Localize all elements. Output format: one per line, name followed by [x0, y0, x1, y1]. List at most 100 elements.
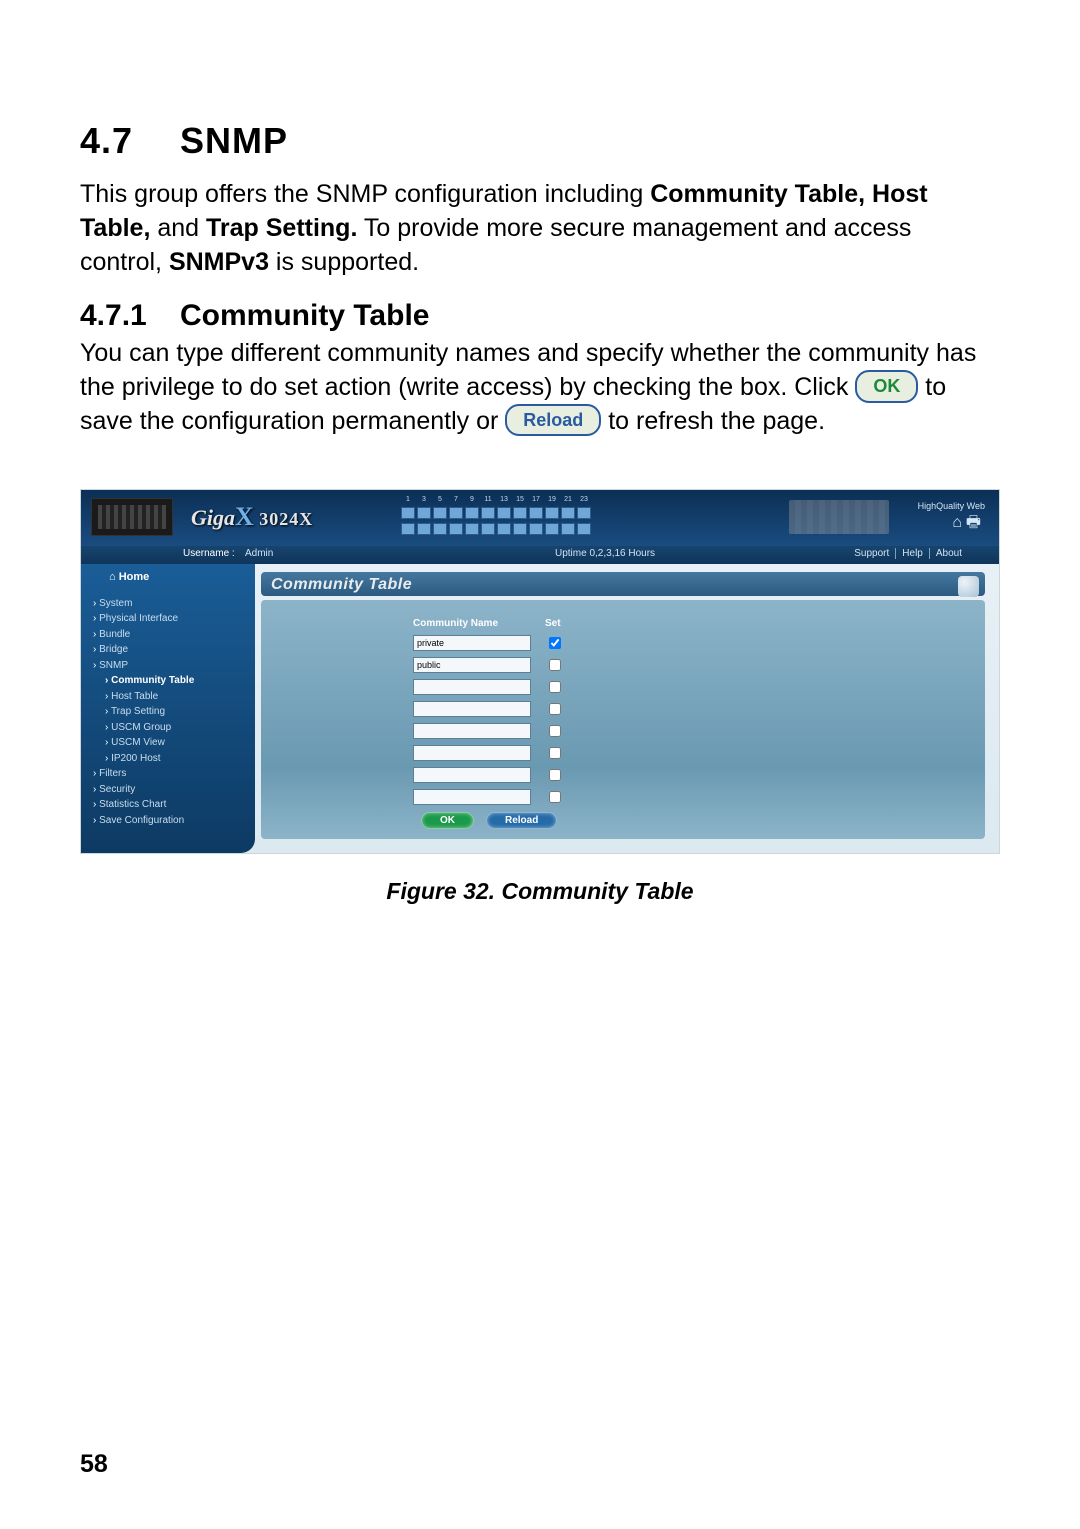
sidebar-item[interactable]: Statistics Chart: [93, 797, 243, 813]
port-indicator[interactable]: [433, 507, 447, 519]
table-row: [407, 655, 570, 675]
header-link[interactable]: Support: [854, 548, 889, 559]
figure-caption: Figure 32. Community Table: [80, 878, 1000, 905]
set-checkbox[interactable]: [549, 637, 561, 649]
port-indicator[interactable]: [465, 507, 479, 519]
community-name-input[interactable]: [413, 657, 531, 673]
port-indicator[interactable]: [449, 507, 463, 519]
page-number: 58: [80, 1450, 108, 1479]
device-thumbnail: [91, 498, 173, 536]
port-indicator[interactable]: [497, 507, 511, 519]
port-indicator[interactable]: [401, 523, 415, 535]
port-indicator[interactable]: [449, 523, 463, 535]
set-checkbox[interactable]: [549, 659, 561, 671]
set-checkbox[interactable]: [549, 747, 561, 759]
ok-pill-inline: OK: [855, 370, 918, 402]
content-panel: Community Name Set OK Reload: [261, 600, 985, 839]
port-indicator[interactable]: [401, 507, 415, 519]
header-link[interactable]: Help: [895, 548, 923, 559]
port-indicator[interactable]: [513, 507, 527, 519]
port-indicator[interactable]: [513, 523, 527, 535]
table-row: [407, 633, 570, 653]
reload-button[interactable]: Reload: [486, 812, 557, 829]
port-indicator[interactable]: [577, 507, 591, 519]
sidebar-item[interactable]: Bundle: [93, 627, 243, 643]
device-rack-graphic: [789, 500, 889, 534]
home-chip[interactable]: Home: [95, 568, 163, 586]
screenshot-figure: GigaX 3024X 1357911131517192123 HighQual…: [80, 489, 1000, 854]
table-row: [407, 699, 570, 719]
app-header: GigaX 3024X 1357911131517192123 HighQual…: [81, 490, 999, 546]
product-logo: GigaX 3024X: [191, 502, 313, 532]
sidebar-item[interactable]: Bridge: [93, 642, 243, 658]
port-indicator[interactable]: [433, 523, 447, 535]
subsection-title: Community Table: [180, 299, 429, 332]
set-checkbox[interactable]: [549, 681, 561, 693]
community-name-input[interactable]: [413, 789, 531, 805]
print-icon[interactable]: 🖶: [966, 514, 981, 531]
port-indicator[interactable]: [497, 523, 511, 535]
sidebar-item[interactable]: Trap Setting: [93, 704, 243, 720]
community-name-input[interactable]: [413, 767, 531, 783]
port-indicator[interactable]: [481, 523, 495, 535]
set-checkbox[interactable]: [549, 769, 561, 781]
sidebar-item[interactable]: IP200 Host: [93, 751, 243, 767]
port-indicator[interactable]: [529, 523, 543, 535]
port-indicator[interactable]: [545, 523, 559, 535]
sidebar-item[interactable]: USCM Group: [93, 720, 243, 736]
set-checkbox[interactable]: [549, 791, 561, 803]
col-community-name: Community Name: [407, 616, 537, 631]
community-table: Community Name Set: [405, 614, 572, 809]
table-row: [407, 721, 570, 741]
table-row: [407, 677, 570, 697]
port-indicator[interactable]: [529, 507, 543, 519]
username-label: Username :: [177, 548, 241, 559]
port-indicator[interactable]: [561, 507, 575, 519]
community-name-input[interactable]: [413, 745, 531, 761]
port-indicator[interactable]: [465, 523, 479, 535]
port-indicator[interactable]: [561, 523, 575, 535]
community-name-input[interactable]: [413, 635, 531, 651]
sidebar-item[interactable]: Community Table: [93, 673, 243, 689]
sidebar-item[interactable]: Save Configuration: [93, 813, 243, 829]
subsection-number: 4.7.1: [80, 299, 147, 332]
sidebar-item[interactable]: Physical Interface: [93, 611, 243, 627]
header-link[interactable]: About: [929, 548, 962, 559]
section-number: 4.7: [80, 120, 133, 161]
port-indicator[interactable]: [577, 523, 591, 535]
home-icon[interactable]: ⌂: [952, 514, 962, 531]
sidebar-item[interactable]: Security: [93, 782, 243, 798]
set-checkbox[interactable]: [549, 725, 561, 737]
reload-pill-inline: Reload: [505, 404, 601, 436]
ok-button[interactable]: OK: [421, 812, 474, 829]
section-title: SNMP: [180, 120, 288, 161]
col-set: Set: [539, 616, 570, 631]
header-links: Support Help About: [851, 548, 965, 559]
community-name-input[interactable]: [413, 723, 531, 739]
panel-corner-icon: [958, 576, 979, 597]
table-row: [407, 787, 570, 807]
uptime-text: Uptime 0,2,3,16 Hours: [555, 548, 655, 559]
sidebar-item[interactable]: System: [93, 596, 243, 612]
status-bar: Username : Admin Uptime 0,2,3,16 Hours S…: [81, 546, 999, 564]
port-matrix: 1357911131517192123: [401, 496, 609, 538]
port-indicator[interactable]: [481, 507, 495, 519]
body-paragraph: You can type different community names a…: [80, 337, 1000, 438]
set-checkbox[interactable]: [549, 703, 561, 715]
subsection-heading: 4.7.1 Community Table: [80, 299, 1000, 333]
sidebar-item[interactable]: SNMP: [93, 658, 243, 674]
sidebar-item[interactable]: Host Table: [93, 689, 243, 705]
table-row: [407, 765, 570, 785]
header-corner: HighQuality Web ⌂🖶: [918, 500, 985, 535]
port-indicator[interactable]: [417, 507, 431, 519]
sidebar-nav: SystemPhysical InterfaceBundleBridgeSNMP…: [93, 596, 243, 829]
port-indicator[interactable]: [545, 507, 559, 519]
community-name-input[interactable]: [413, 701, 531, 717]
sidebar-item[interactable]: Filters: [93, 766, 243, 782]
sidebar-item[interactable]: USCM View: [93, 735, 243, 751]
content-title: Community Table: [271, 576, 412, 594]
section-heading: 4.7 SNMP: [80, 120, 1000, 162]
community-name-input[interactable]: [413, 679, 531, 695]
port-indicator[interactable]: [417, 523, 431, 535]
username-value: Admin: [245, 548, 273, 559]
